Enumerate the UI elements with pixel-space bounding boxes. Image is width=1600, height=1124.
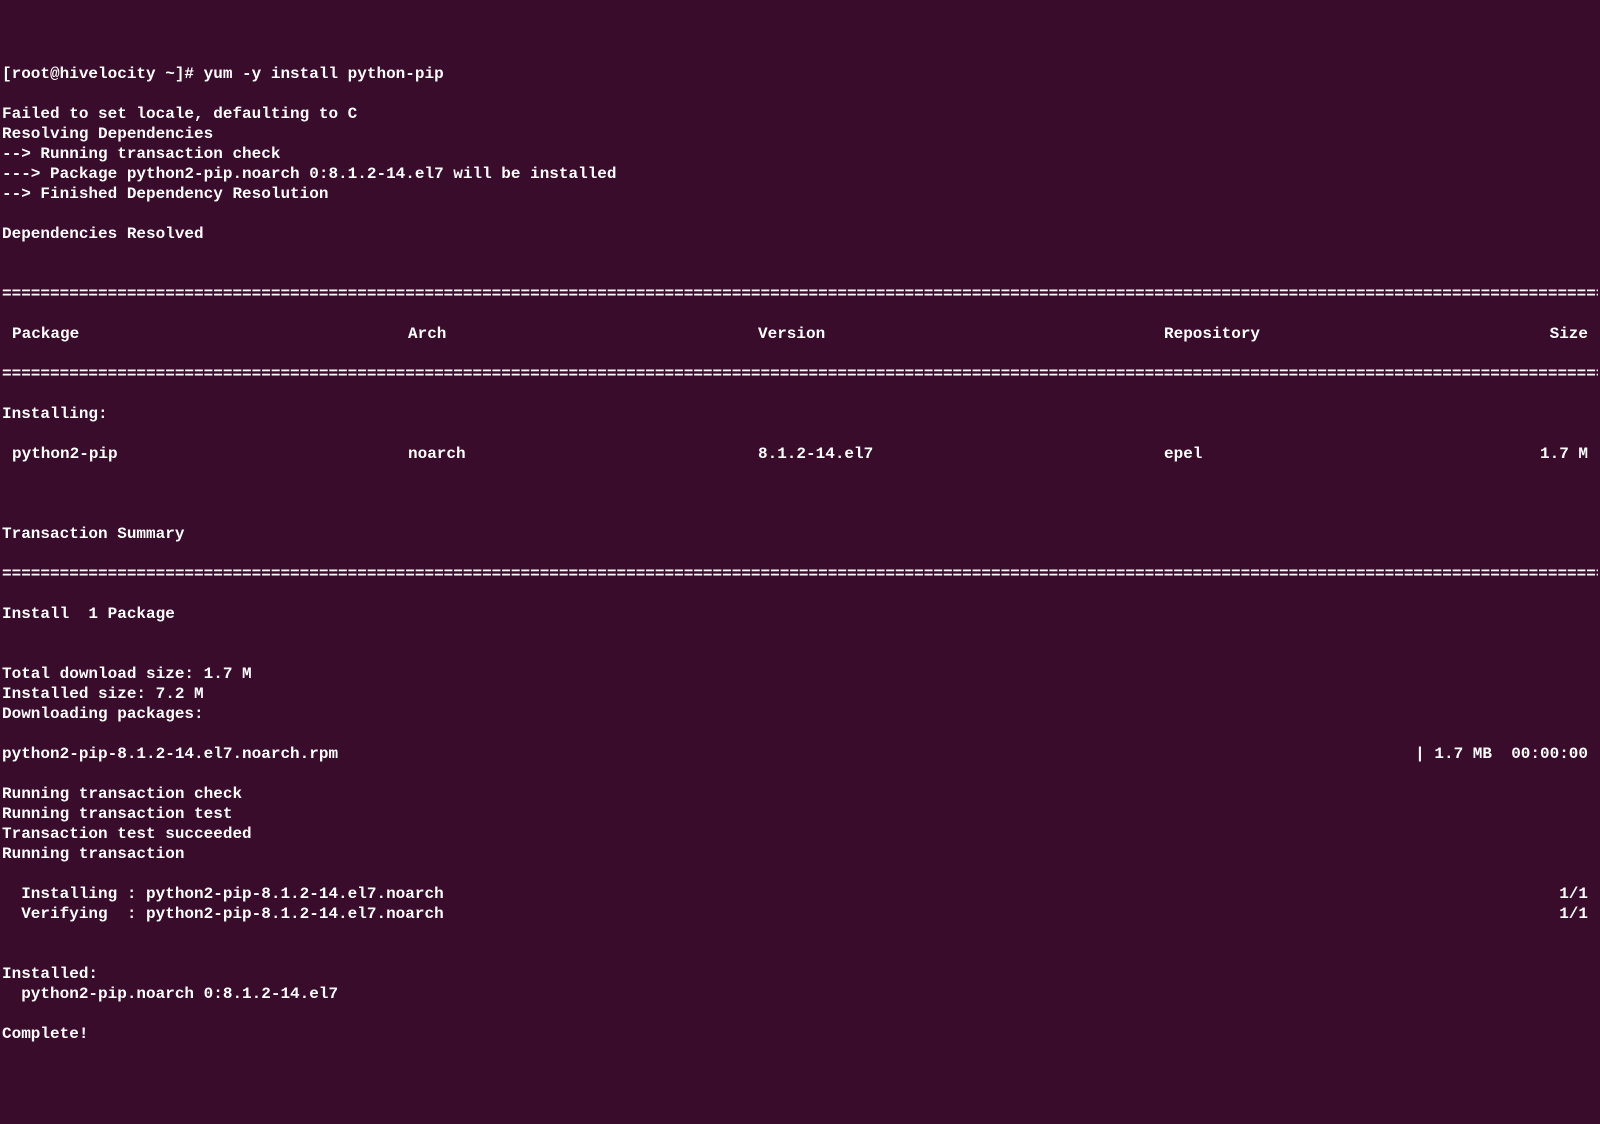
download-progress: | 1.7 MB 00:00:00	[1415, 744, 1598, 764]
terminal-line	[2, 1004, 1598, 1024]
terminal-line	[2, 944, 1598, 964]
terminal-line	[2, 644, 1598, 664]
pkg-size: 1.7 M	[1484, 444, 1598, 464]
table-header-row: Package Arch Version Repository Size	[2, 324, 1598, 344]
terminal-line: Running transaction check	[2, 784, 1598, 804]
shell-prompt-command: [root@hivelocity ~]# yum -y install pyth…	[2, 64, 1598, 84]
terminal-line	[2, 244, 1598, 264]
terminal-line: Failed to set locale, defaulting to C	[2, 104, 1598, 124]
col-version-header: Version	[758, 324, 1164, 344]
progress-label: Installing : python2-pip-8.1.2-14.el7.no…	[2, 884, 444, 904]
terminal-line: Resolving Dependencies	[2, 124, 1598, 144]
progress-count: 1/1	[1559, 904, 1598, 924]
progress-label: Verifying : python2-pip-8.1.2-14.el7.noa…	[2, 904, 444, 924]
terminal-line: --> Running transaction check	[2, 144, 1598, 164]
terminal-line: Running transaction test	[2, 804, 1598, 824]
pkg-repo: epel	[1164, 444, 1484, 464]
progress-row: Installing : python2-pip-8.1.2-14.el7.no…	[2, 884, 1598, 904]
terminal-line: Total download size: 1.7 M	[2, 664, 1598, 684]
col-repository-header: Repository	[1164, 324, 1484, 344]
terminal-line: Downloading packages:	[2, 704, 1598, 724]
terminal-line: Complete!	[2, 1024, 1598, 1044]
transaction-summary-label: Transaction Summary	[2, 524, 1598, 544]
table-row: python2-pip noarch 8.1.2-14.el7 epel 1.7…	[2, 444, 1598, 464]
col-arch-header: Arch	[408, 324, 758, 344]
terminal-line: Installed size: 7.2 M	[2, 684, 1598, 704]
terminal-line: ---> Package python2-pip.noarch 0:8.1.2-…	[2, 164, 1598, 184]
col-package-header: Package	[2, 324, 408, 344]
progress-count: 1/1	[1559, 884, 1598, 904]
installing-label: Installing:	[2, 404, 1598, 424]
download-file: python2-pip-8.1.2-14.el7.noarch.rpm	[2, 744, 338, 764]
terminal-line: Installed:	[2, 964, 1598, 984]
terminal-line: python2-pip.noarch 0:8.1.2-14.el7	[2, 984, 1598, 1004]
blank-line	[2, 484, 1598, 504]
col-size-header: Size	[1484, 324, 1598, 344]
terminal-line: Transaction test succeeded	[2, 824, 1598, 844]
pkg-version: 8.1.2-14.el7	[758, 444, 1164, 464]
rule: ========================================…	[2, 364, 1598, 384]
terminal-line: Dependencies Resolved	[2, 224, 1598, 244]
download-row: python2-pip-8.1.2-14.el7.noarch.rpm | 1.…	[2, 744, 1598, 764]
terminal-line: --> Finished Dependency Resolution	[2, 184, 1598, 204]
pkg-name: python2-pip	[2, 444, 408, 464]
install-count: Install 1 Package	[2, 604, 1598, 624]
terminal-line: Running transaction	[2, 844, 1598, 864]
progress-row: Verifying : python2-pip-8.1.2-14.el7.noa…	[2, 904, 1598, 924]
rule: ========================================…	[2, 284, 1598, 304]
rule: ========================================…	[2, 564, 1598, 584]
pkg-arch: noarch	[408, 444, 758, 464]
terminal-line	[2, 204, 1598, 224]
